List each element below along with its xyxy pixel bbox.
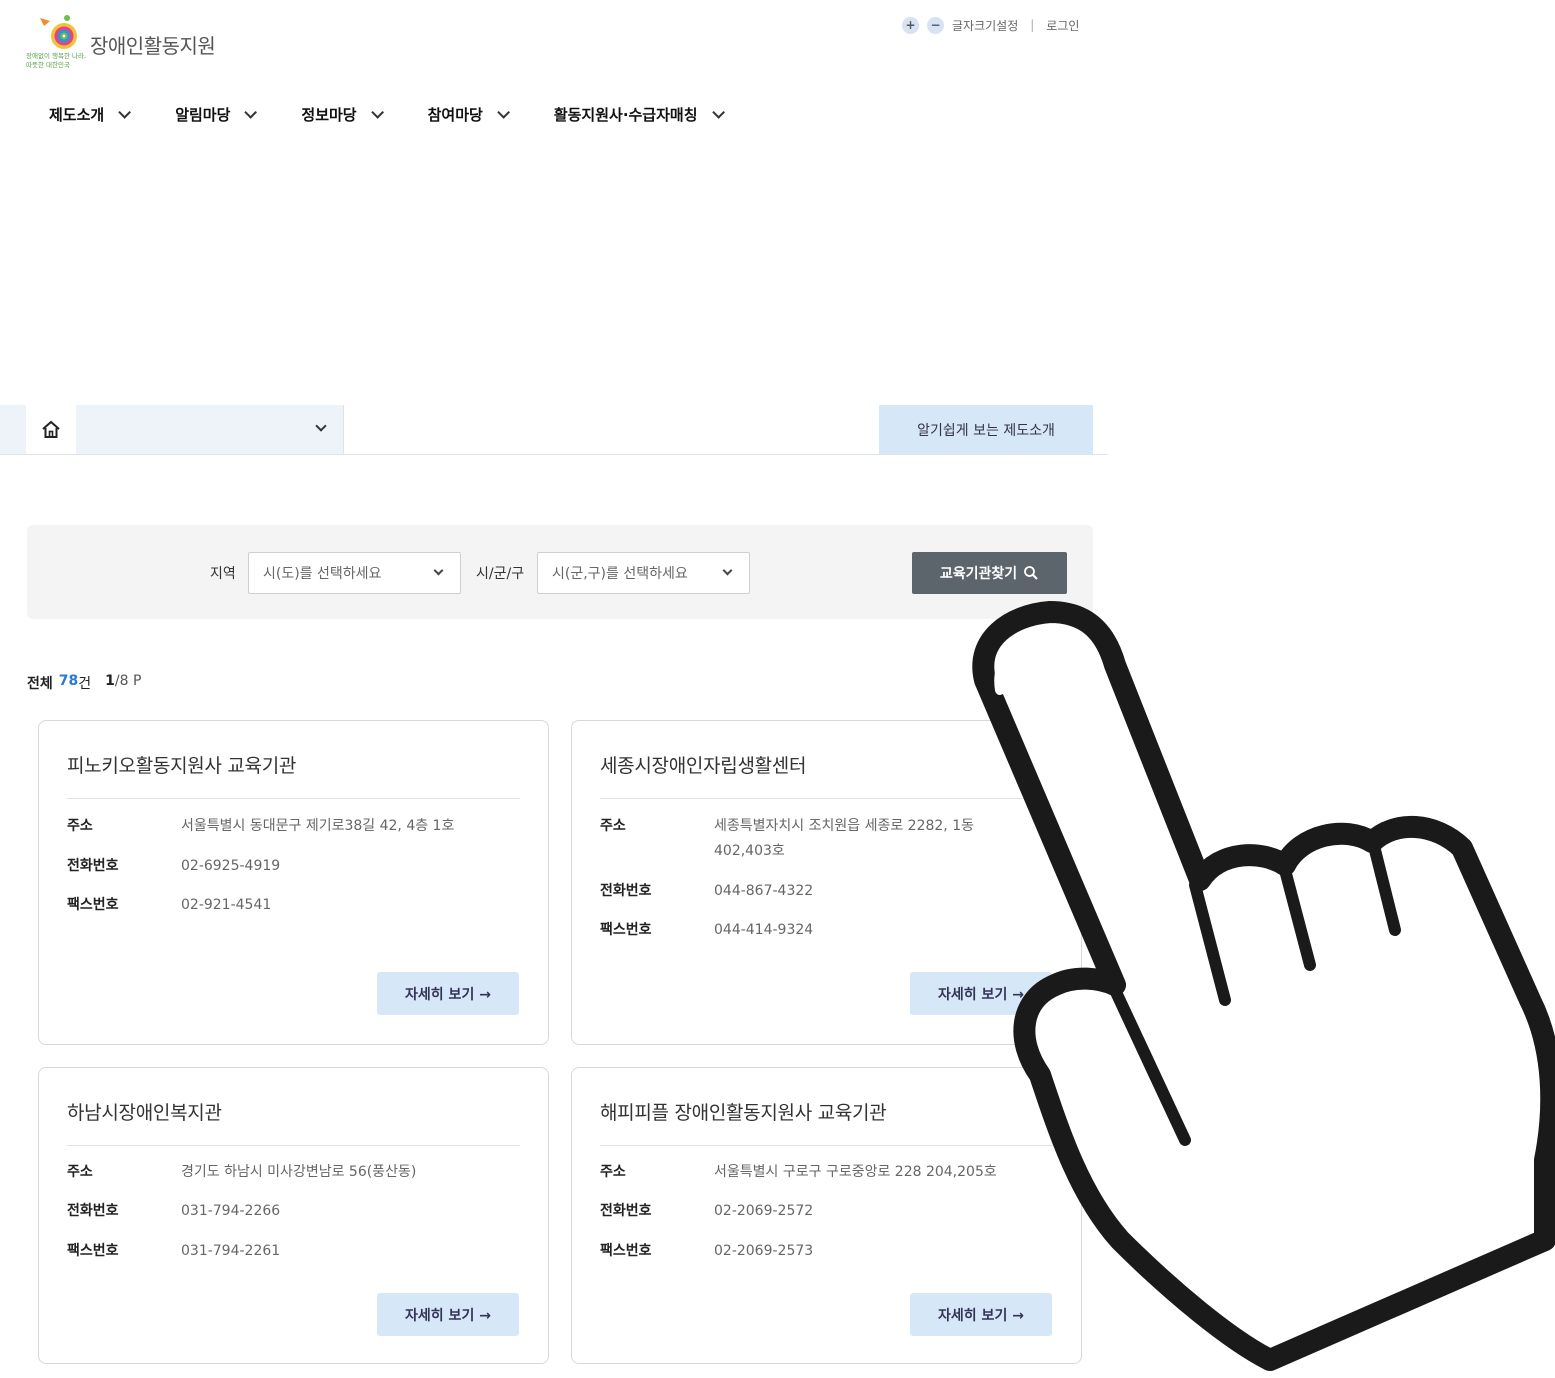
region-label: 지역 — [210, 566, 236, 582]
total-label: 전체 — [27, 676, 53, 692]
chevron-down-icon — [370, 105, 384, 119]
detail-button[interactable]: 자세히 보기 → — [910, 972, 1052, 1015]
institution-card: 피노키오활동지원사 교육기관 주소 서울특별시 동대문구 제기로38길 42, 4… — [38, 720, 549, 1045]
chevron-down-icon — [315, 420, 327, 432]
search-panel: 지역 시(도)를 선택하세요 시/군/구 시(군,구)를 선택하세요 교육기관찾… — [27, 525, 1093, 619]
utility-separator: | — [1030, 18, 1035, 32]
institution-name: 해피피플 장애인활동지원사 교육기관 — [600, 1102, 887, 1124]
phone-row: 전화번호 031-794-2266 — [67, 1203, 281, 1219]
institution-name: 세종시장애인자립생활센터 — [600, 755, 807, 777]
chevron-down-icon — [711, 105, 725, 119]
address-row: 주소 세종특별자치시 조치원읍 세종로 2282, 1동 402,403호 — [600, 818, 974, 859]
gnb-item-participation[interactable]: 참여마당 — [428, 100, 510, 128]
fax-row: 팩스번호 02-921-4541 — [67, 897, 272, 913]
gnb-item-info[interactable]: 정보마당 — [301, 100, 384, 128]
card-divider — [67, 798, 520, 799]
city-select[interactable]: 시(군,구)를 선택하세요 — [537, 552, 750, 594]
fax-row: 팩스번호 031-794-2261 — [67, 1243, 281, 1259]
site-logo[interactable]: 장애없이 행복한 나라, 따뜻한 대한민국 장애인활동지원 — [26, 12, 246, 76]
page-indicator: 1/8 P — [105, 673, 142, 689]
institution-name: 피노키오활동지원사 교육기관 — [67, 755, 297, 777]
font-decrease-button[interactable]: − — [927, 16, 944, 34]
detail-button[interactable]: 자세히 보기 → — [910, 1293, 1052, 1336]
card-divider — [600, 1145, 1053, 1146]
result-count: 전체 78 건 1/8 P — [27, 673, 141, 693]
main-navigation: 제도소개 알림마당 정보마당 참여마당 활동지원사·수급자매칭 — [49, 100, 769, 128]
phone-row: 전화번호 02-2069-2572 — [600, 1203, 814, 1219]
logo-swirl-icon — [40, 15, 77, 49]
font-size-setting-label: 글자크기설정 — [952, 18, 1019, 33]
location-bar: 알기쉽게 보는 제도소개 — [0, 405, 1107, 455]
detail-button[interactable]: 자세히 보기 → — [377, 1293, 519, 1336]
easy-intro-button[interactable]: 알기쉽게 보는 제도소개 — [879, 405, 1093, 454]
phone-row: 전화번호 044-867-4322 — [600, 883, 814, 899]
gnb-item-system[interactable]: 제도소개 — [49, 100, 132, 128]
chevron-down-icon — [722, 565, 733, 576]
location-bar-edge — [0, 405, 26, 454]
logo-title: 장애인활동지원 — [90, 34, 216, 58]
search-icon — [1024, 566, 1038, 580]
login-link[interactable]: 로그인 — [1046, 17, 1079, 34]
fax-row: 팩스번호 044-414-9324 — [600, 922, 814, 938]
utility-bar: + − 글자크기설정 | 로그인 — [902, 14, 1079, 36]
institution-card: 세종시장애인자립생활센터 주소 세종특별자치시 조치원읍 세종로 2282, 1동… — [571, 720, 1082, 1045]
address-row: 주소 서울특별시 구로구 구로중앙로 228 204,205호 — [600, 1164, 997, 1180]
depth-dropdown[interactable] — [76, 405, 344, 454]
city-label: 시/군/구 — [476, 566, 525, 582]
chevron-down-icon — [497, 105, 510, 119]
total-count: 78 — [58, 673, 79, 689]
gnb-item-notice[interactable]: 알림마당 — [175, 100, 258, 128]
card-divider — [67, 1145, 520, 1146]
home-icon — [42, 420, 60, 438]
find-institution-button[interactable]: 교육기관찾기 — [912, 552, 1067, 594]
region-select[interactable]: 시(도)를 선택하세요 — [248, 552, 461, 594]
phone-row: 전화번호 02-6925-4919 — [67, 858, 281, 874]
detail-button[interactable]: 자세히 보기 → — [377, 972, 519, 1015]
fax-row: 팩스번호 02-2069-2573 — [600, 1243, 814, 1259]
card-divider — [600, 798, 1053, 799]
chevron-down-icon — [433, 565, 444, 576]
institution-name: 하남시장애인복지관 — [67, 1102, 222, 1124]
chevron-down-icon — [244, 105, 258, 119]
count-unit: 건 — [78, 676, 92, 692]
gnb-item-matching[interactable]: 활동지원사·수급자매칭 — [554, 100, 725, 128]
chevron-down-icon — [118, 105, 132, 119]
institution-card: 해피피플 장애인활동지원사 교육기관 주소 서울특별시 구로구 구로중앙로 228… — [571, 1067, 1082, 1364]
address-row: 주소 서울특별시 동대문구 제기로38길 42, 4층 1호 — [67, 818, 455, 834]
address-row: 주소 경기도 하남시 미사강변남로 56(풍산동) — [67, 1164, 417, 1180]
institution-card: 하남시장애인복지관 주소 경기도 하남시 미사강변남로 56(풍산동) 전화번호 0… — [38, 1067, 549, 1364]
font-increase-button[interactable]: + — [902, 16, 919, 34]
home-button[interactable] — [26, 405, 76, 454]
